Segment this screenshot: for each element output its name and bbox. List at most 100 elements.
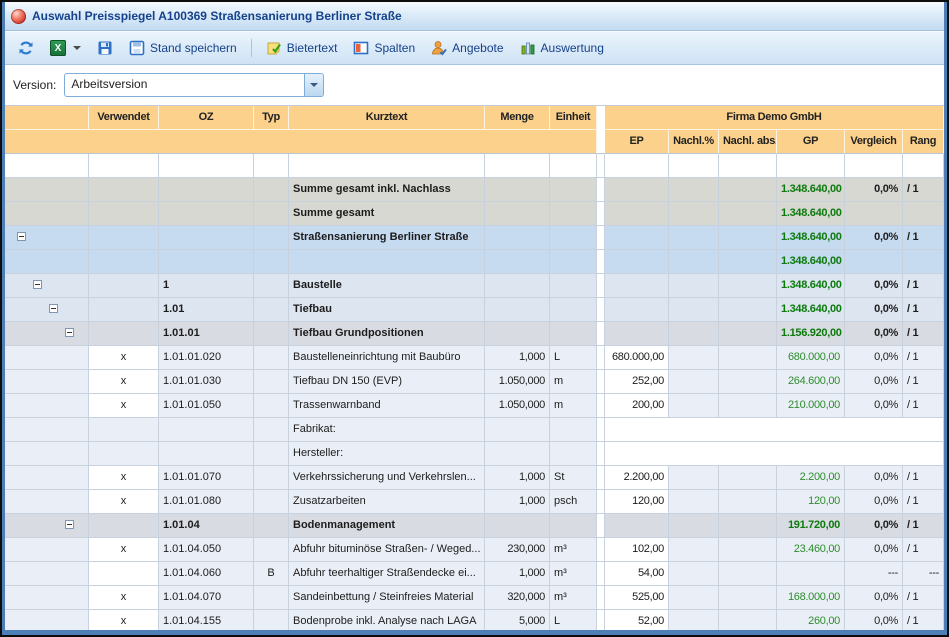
table-row[interactable]: x1.01.01.050Trassenwarnband1.050,000m200… xyxy=(5,394,944,418)
table-row[interactable] xyxy=(5,154,944,178)
cell-tree xyxy=(5,394,89,418)
col-header-ep[interactable]: EP xyxy=(605,130,669,154)
table-row[interactable]: Straßensanierung Berliner Straße1.348.64… xyxy=(5,226,944,250)
collapse-icon[interactable] xyxy=(65,520,74,529)
cell-typ xyxy=(254,418,289,442)
cell-tree xyxy=(5,490,89,514)
angebote-button[interactable]: Angebote xyxy=(424,36,510,60)
col-header-menge[interactable]: Menge xyxy=(485,106,550,130)
cell-oz: 1.01.04 xyxy=(159,514,254,538)
cell-verwendet[interactable]: x xyxy=(89,346,159,370)
cell-rang: / 1 xyxy=(903,298,944,322)
cell-ep[interactable]: 2.200,00 xyxy=(605,466,669,490)
cell-tree xyxy=(5,538,89,562)
cell-vergleich: 0,0% xyxy=(845,226,903,250)
cell-verwendet[interactable] xyxy=(89,562,159,586)
cell-gp: 1.348.640,00 xyxy=(777,298,845,322)
cell-oz xyxy=(159,202,254,226)
col-header-nachl-abs-[interactable]: Nachl. abs. xyxy=(719,130,777,154)
cell-ep[interactable]: 52,00 xyxy=(605,610,669,630)
table-row[interactable]: x1.01.01.080Zusatzarbeiten1,000psch120,0… xyxy=(5,490,944,514)
spalten-button[interactable]: Spalten xyxy=(346,36,422,60)
collapse-icon[interactable] xyxy=(17,232,26,241)
collapse-icon[interactable] xyxy=(33,280,42,289)
table-row[interactable]: 1Baustelle1.348.640,000,0%/ 1 xyxy=(5,274,944,298)
table-row[interactable]: 1.01.04.060BAbfuhr teerhaltiger Straßend… xyxy=(5,562,944,586)
table-row[interactable]: Summe gesamt1.348.640,00 xyxy=(5,202,944,226)
cell-nachl-pct xyxy=(669,466,719,490)
cell-oz: 1.01.04.155 xyxy=(159,610,254,630)
cell-nachl-abs xyxy=(719,586,777,610)
cell-nachl-abs xyxy=(719,178,777,202)
combo-trigger-button[interactable] xyxy=(304,74,323,96)
table-row[interactable]: x1.01.01.020Baustelleneinrichtung mit Ba… xyxy=(5,346,944,370)
table-row[interactable]: x1.01.04.155Bodenprobe inkl. Analyse nac… xyxy=(5,610,944,630)
cell-einheit: L xyxy=(550,610,597,630)
cell-verwendet[interactable]: x xyxy=(89,538,159,562)
cell-verwendet[interactable]: x xyxy=(89,370,159,394)
spalten-label: Spalten xyxy=(374,41,415,55)
cell-nachl-pct xyxy=(669,274,719,298)
column-separator xyxy=(597,490,605,514)
bietertext-input[interactable] xyxy=(605,442,944,466)
bietertext-input[interactable] xyxy=(605,418,944,442)
cell-rang: / 1 xyxy=(903,586,944,610)
table-row[interactable]: 1.01.04Bodenmanagement191.720,000,0%/ 1 xyxy=(5,514,944,538)
cell-nachl-pct xyxy=(669,322,719,346)
auswertung-button[interactable]: Auswertung xyxy=(513,36,611,60)
collapse-icon[interactable] xyxy=(65,328,74,337)
col-header-typ[interactable]: Typ xyxy=(254,106,289,130)
cell-verwendet[interactable]: x xyxy=(89,490,159,514)
cell-verwendet[interactable]: x xyxy=(89,586,159,610)
table-row[interactable]: 1.01.01Tiefbau Grundpositionen1.156.920,… xyxy=(5,322,944,346)
col-header-verwendet[interactable]: Verwendet xyxy=(89,106,159,130)
cell-oz: 1.01.04.060 xyxy=(159,562,254,586)
cell-ep[interactable]: 252,00 xyxy=(605,370,669,394)
table-row[interactable]: x1.01.04.050Abfuhr bituminöse Straßen- /… xyxy=(5,538,944,562)
column-separator xyxy=(597,202,605,226)
table-row[interactable]: x1.01.01.030Tiefbau DN 150 (EVP)1.050,00… xyxy=(5,370,944,394)
cell-ep[interactable]: 102,00 xyxy=(605,538,669,562)
cell-ep[interactable]: 120,00 xyxy=(605,490,669,514)
excel-export-button[interactable]: X xyxy=(43,36,88,60)
cell-nachl-pct xyxy=(669,298,719,322)
table-row[interactable]: x1.01.01.070Verkehrssicherung und Verkeh… xyxy=(5,466,944,490)
cell-gp: 264.600,00 xyxy=(777,370,845,394)
cell-ep[interactable]: 200,00 xyxy=(605,394,669,418)
cell-nachl-pct xyxy=(669,610,719,630)
col-header-kurztext[interactable]: Kurztext xyxy=(289,106,485,130)
version-combobox[interactable]: Arbeitsversion xyxy=(64,73,324,97)
col-header-einheit[interactable]: Einheit xyxy=(550,106,597,130)
cell-ep[interactable]: 54,00 xyxy=(605,562,669,586)
cell-oz: 1.01.04.070 xyxy=(159,586,254,610)
cell-verwendet xyxy=(89,514,159,538)
table-row[interactable]: 1.01Tiefbau1.348.640,000,0%/ 1 xyxy=(5,298,944,322)
save-button[interactable] xyxy=(90,36,120,60)
cell-verwendet[interactable]: x xyxy=(89,610,159,630)
cell-einheit xyxy=(550,250,597,274)
table-row[interactable]: 1.348.640,00 xyxy=(5,250,944,274)
col-header-nachl-[interactable]: Nachl.% xyxy=(669,130,719,154)
cell-verwendet[interactable]: x xyxy=(89,394,159,418)
cell-ep[interactable]: 680.000,00 xyxy=(605,346,669,370)
collapse-icon[interactable] xyxy=(49,304,58,313)
cell-menge xyxy=(485,274,550,298)
cell-gp: 1.348.640,00 xyxy=(777,178,845,202)
cell-kurztext: Zusatzarbeiten xyxy=(289,490,485,514)
cell-ep[interactable]: 525,00 xyxy=(605,586,669,610)
col-header-rang[interactable]: Rang xyxy=(903,130,944,154)
table-row[interactable]: Fabrikat: xyxy=(5,418,944,442)
cell-einheit xyxy=(550,298,597,322)
table-row[interactable]: Summe gesamt inkl. Nachlass1.348.640,000… xyxy=(5,178,944,202)
bietertext-button[interactable]: Bietertext xyxy=(259,36,345,60)
stand-speichern-button[interactable]: Stand speichern xyxy=(122,36,244,60)
cell-ep xyxy=(605,178,669,202)
refresh-button[interactable] xyxy=(11,36,41,60)
col-header-vergleich[interactable]: Vergleich xyxy=(845,130,903,154)
col-header-gp[interactable]: GP xyxy=(777,130,845,154)
table-row[interactable]: Hersteller: xyxy=(5,442,944,466)
col-header-oz[interactable]: OZ xyxy=(159,106,254,130)
cell-kurztext: Hersteller: xyxy=(289,442,485,466)
table-row[interactable]: x1.01.04.070Sandeinbettung / Steinfreies… xyxy=(5,586,944,610)
cell-verwendet[interactable]: x xyxy=(89,466,159,490)
